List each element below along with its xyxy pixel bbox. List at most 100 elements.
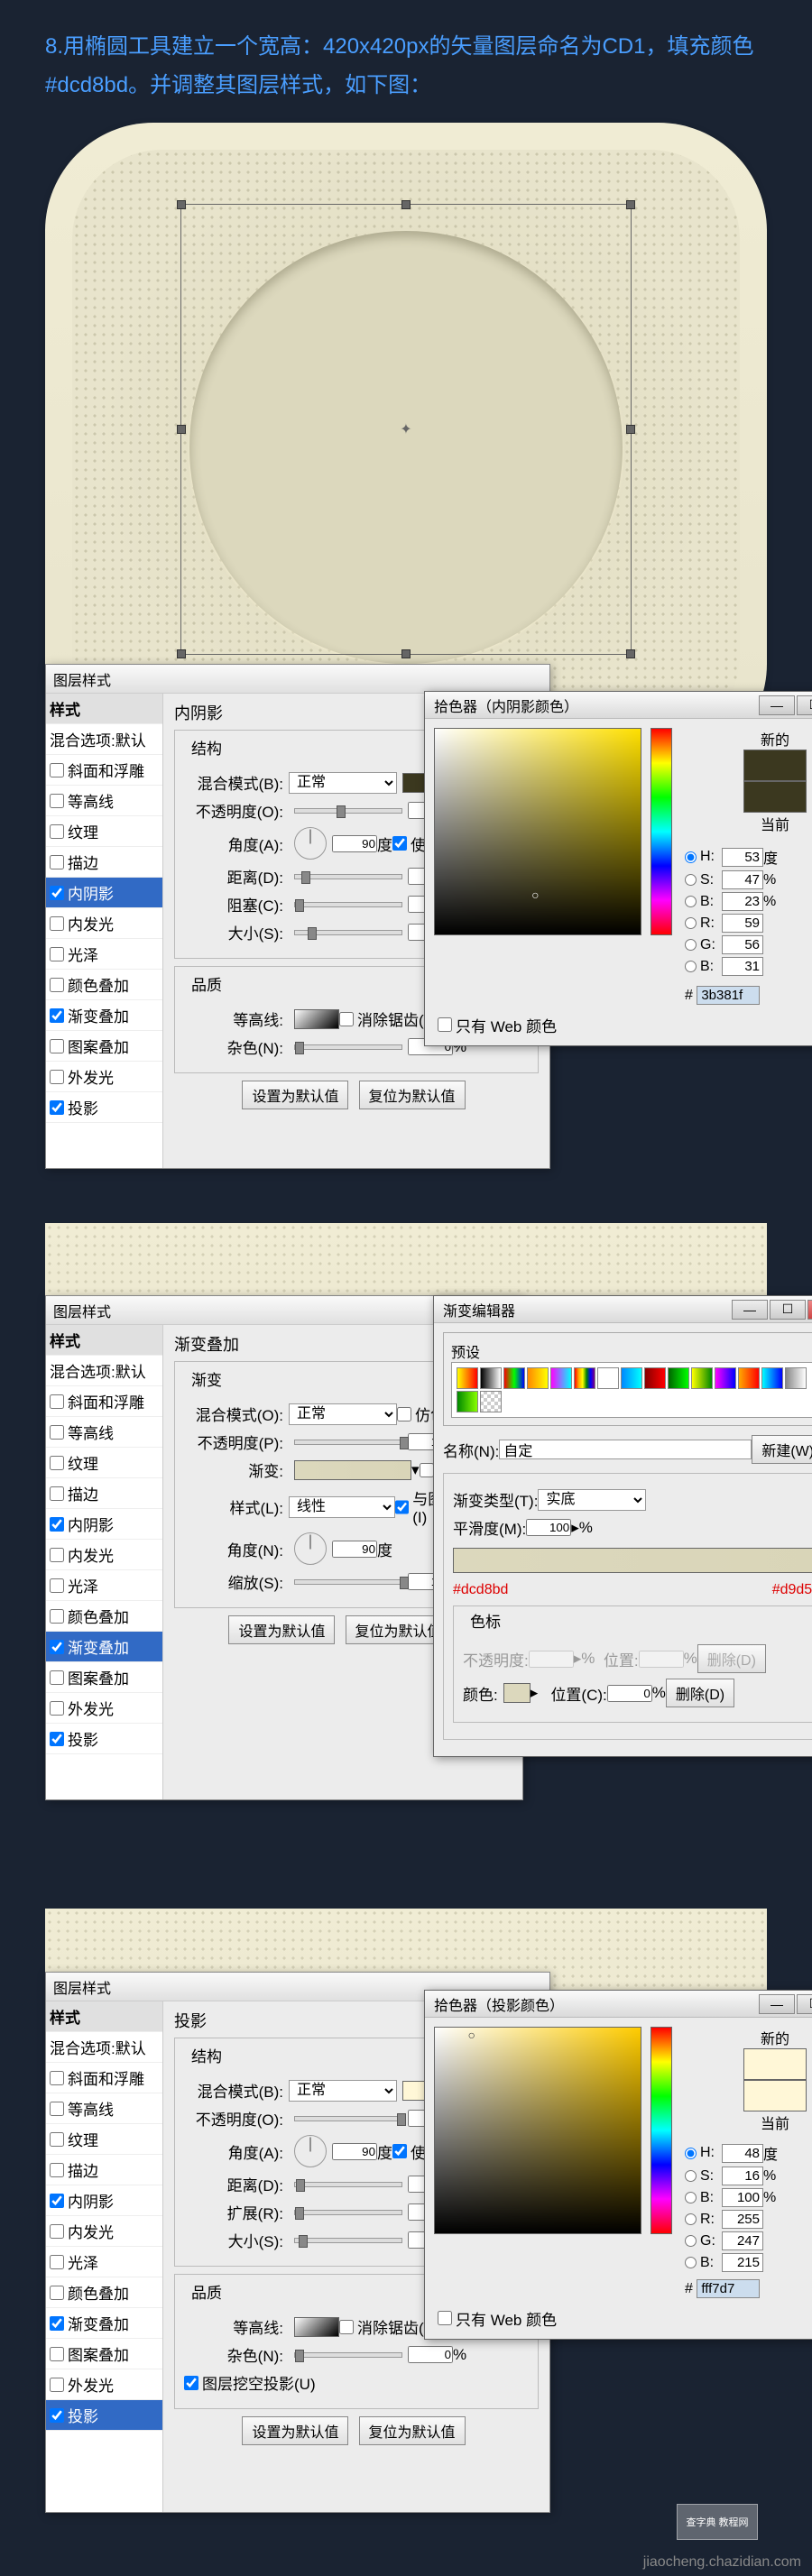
new-button[interactable]: 新建(W) xyxy=(752,1435,812,1464)
style-item-inner-glow[interactable]: 内发光 xyxy=(46,2216,162,2247)
maximize-button[interactable]: ☐ xyxy=(797,695,812,715)
style-item-color-overlay[interactable]: 颜色叠加 xyxy=(46,2277,162,2308)
b-radio[interactable] xyxy=(685,896,697,907)
maximize-button[interactable]: ☐ xyxy=(797,1994,812,2014)
opacity-slider[interactable] xyxy=(294,808,402,814)
style-item-blend[interactable]: 混合选项:默认 xyxy=(46,724,162,755)
bv-input[interactable] xyxy=(722,2253,763,2272)
angle-control[interactable] xyxy=(294,1532,327,1565)
global-light-chk[interactable] xyxy=(392,836,407,851)
chk-inner-glow[interactable] xyxy=(50,916,64,931)
style-item-bevel[interactable]: 斜面和浮雕 xyxy=(46,1386,162,1417)
chk-contour[interactable] xyxy=(50,794,64,808)
make-default-button[interactable]: 设置为默认值 xyxy=(228,1615,335,1644)
web-only-chk[interactable] xyxy=(438,1017,452,1032)
opacity-slider[interactable] xyxy=(294,1440,402,1445)
spread-slider[interactable] xyxy=(294,2210,402,2215)
style-item-outer-glow[interactable]: 外发光 xyxy=(46,1062,162,1092)
delete-button[interactable]: 删除(D) xyxy=(666,1679,734,1707)
handle-tr[interactable] xyxy=(626,200,635,209)
bv-radio[interactable] xyxy=(685,961,697,972)
angle-input[interactable] xyxy=(332,2143,377,2160)
style-item-color-overlay[interactable]: 颜色叠加 xyxy=(46,970,162,1000)
chk-bevel[interactable] xyxy=(50,763,64,777)
hex-input[interactable] xyxy=(697,2279,760,2298)
picker-titlebar[interactable]: 拾色器（投影颜色） — ☐ ✕ xyxy=(425,1991,812,2018)
handle-ml[interactable] xyxy=(177,425,186,434)
color-field[interactable]: ○ xyxy=(434,2027,641,2234)
handle-tc[interactable] xyxy=(401,200,411,209)
antialias-chk[interactable] xyxy=(339,2320,354,2334)
angle-control[interactable] xyxy=(294,2135,327,2167)
style-item-contour[interactable]: 等高线 xyxy=(46,1417,162,1448)
opacity-slider[interactable] xyxy=(294,2116,402,2121)
distance-slider[interactable] xyxy=(294,874,402,879)
s-input[interactable] xyxy=(722,2167,763,2185)
make-default-button[interactable]: 设置为默认值 xyxy=(242,2416,348,2445)
close-button[interactable]: ✕ xyxy=(807,1300,812,1320)
style-item-stroke[interactable]: 描边 xyxy=(46,847,162,878)
style-item-bevel[interactable]: 斜面和浮雕 xyxy=(46,2063,162,2093)
bv-input[interactable] xyxy=(722,957,763,976)
dither-chk[interactable] xyxy=(397,1407,411,1421)
style-item-stroke[interactable]: 描边 xyxy=(46,1478,162,1509)
style-item-texture[interactable]: 纹理 xyxy=(46,816,162,847)
style-item-inner-glow[interactable]: 内发光 xyxy=(46,908,162,939)
contour-swatch[interactable] xyxy=(294,1009,339,1029)
picker-titlebar[interactable]: 拾色器（内阴影颜色） — ☐ ✕ xyxy=(425,692,812,719)
h-radio[interactable] xyxy=(685,851,697,863)
h-input[interactable] xyxy=(722,848,763,867)
style-item-satin[interactable]: 光泽 xyxy=(46,1570,162,1601)
style-item-grad-overlay[interactable]: 渐变叠加 xyxy=(46,1632,162,1662)
preset-grid[interactable] xyxy=(451,1362,812,1418)
style-item-texture[interactable]: 纹理 xyxy=(46,1448,162,1478)
noise-slider[interactable] xyxy=(294,2352,402,2358)
r-input[interactable] xyxy=(722,2210,763,2229)
grad-style-select[interactable]: 线性 xyxy=(289,1496,395,1518)
h-radio[interactable] xyxy=(685,2148,697,2159)
knockout-chk[interactable] xyxy=(184,2376,198,2390)
style-item-pattern-overlay[interactable]: 图案叠加 xyxy=(46,1662,162,1693)
g-radio[interactable] xyxy=(685,939,697,951)
handle-tl[interactable] xyxy=(177,200,186,209)
r-radio[interactable] xyxy=(685,2213,697,2225)
style-item-contour[interactable]: 等高线 xyxy=(46,2093,162,2124)
bv-radio[interactable] xyxy=(685,2257,697,2268)
web-only-chk[interactable] xyxy=(438,2311,452,2325)
style-item-contour[interactable]: 等高线 xyxy=(46,786,162,816)
chk-outer-glow[interactable] xyxy=(50,1070,64,1084)
angle-input[interactable] xyxy=(332,835,377,852)
style-item-grad-overlay[interactable]: 渐变叠加 xyxy=(46,2308,162,2339)
style-item-drop-shadow[interactable]: 投影 xyxy=(46,2400,162,2431)
g-radio[interactable] xyxy=(685,2235,697,2247)
chk-inner-shadow[interactable] xyxy=(50,886,64,900)
noise-slider[interactable] xyxy=(294,1044,402,1050)
stop-pos2-input[interactable] xyxy=(607,1685,652,1702)
style-item-satin[interactable]: 光泽 xyxy=(46,2247,162,2277)
blend-mode-select[interactable]: 正常 xyxy=(289,772,397,794)
align-chk[interactable] xyxy=(395,1500,410,1514)
hue-slider[interactable] xyxy=(651,2027,672,2234)
style-item-grad-overlay[interactable]: 渐变叠加 xyxy=(46,1000,162,1031)
blend-mode-select[interactable]: 正常 xyxy=(289,2080,397,2102)
noise-input[interactable] xyxy=(408,2346,453,2363)
reverse-chk[interactable] xyxy=(420,1463,434,1477)
chk-satin[interactable] xyxy=(50,947,64,961)
global-light-chk[interactable] xyxy=(392,2144,407,2158)
blend-mode-select[interactable]: 正常 xyxy=(289,1403,397,1425)
choke-slider[interactable] xyxy=(294,902,402,907)
size-slider[interactable] xyxy=(294,930,402,935)
style-item-texture[interactable]: 纹理 xyxy=(46,2124,162,2155)
style-item-inner-shadow[interactable]: 内阴影 xyxy=(46,2185,162,2216)
hex-input[interactable] xyxy=(697,986,760,1005)
chk-texture[interactable] xyxy=(50,824,64,839)
contour-swatch[interactable] xyxy=(294,2317,339,2337)
scale-slider[interactable] xyxy=(294,1579,402,1585)
b-input[interactable] xyxy=(722,892,763,911)
grad-name-input[interactable] xyxy=(499,1440,752,1459)
minimize-button[interactable]: — xyxy=(732,1300,768,1320)
reset-default-button[interactable]: 复位为默认值 xyxy=(359,2416,466,2445)
style-item-bevel[interactable]: 斜面和浮雕 xyxy=(46,755,162,786)
reset-default-button[interactable]: 复位为默认值 xyxy=(359,1081,466,1109)
angle-input[interactable] xyxy=(332,1541,377,1558)
